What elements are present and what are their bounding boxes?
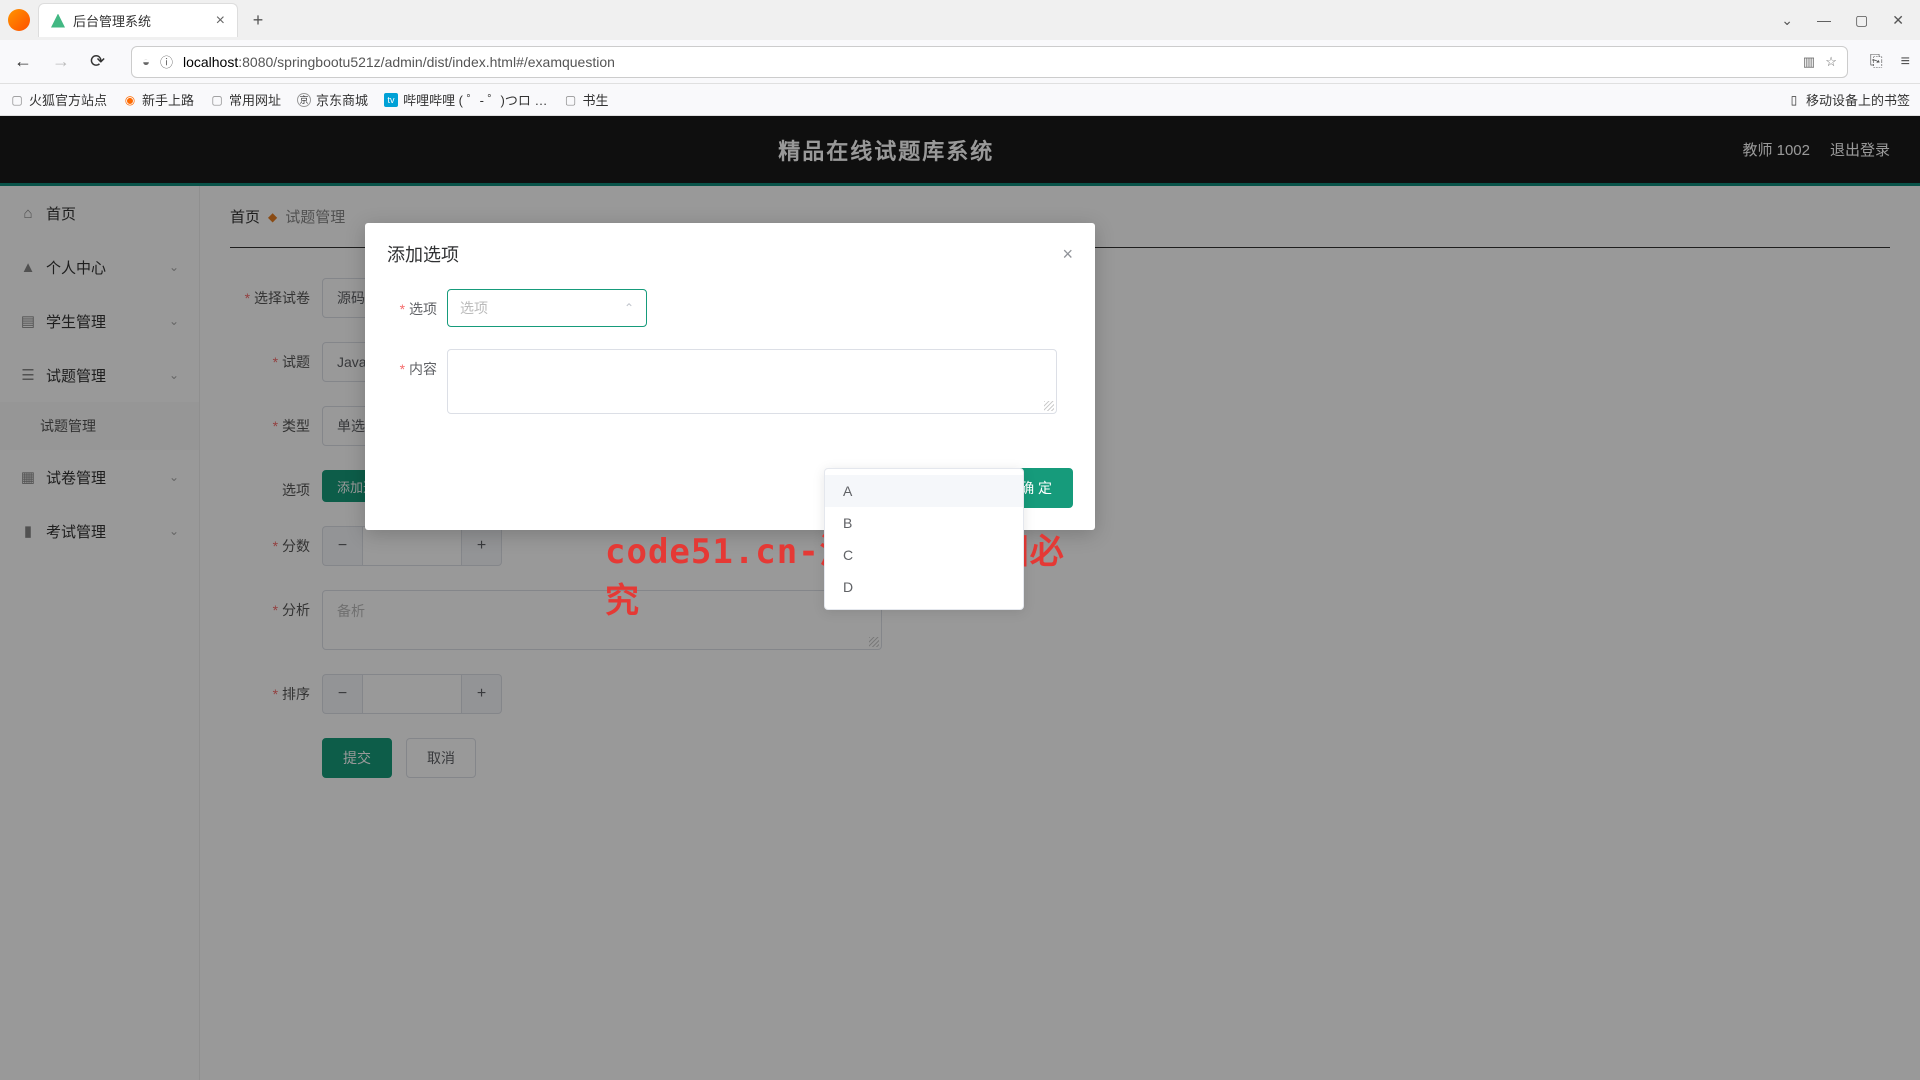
dialog-label-option: 选项 <box>387 289 437 319</box>
dropdown-item-b[interactable]: B <box>825 507 1023 539</box>
shield-icon: ◒ <box>142 54 150 69</box>
option-select[interactable]: 选项 ⌃ <box>447 289 647 327</box>
tab-title: 后台管理系统 <box>73 11 208 30</box>
bookmarks-bar: ▢火狐官方站点 ◉新手上路 ▢常用网址 京京东商城 tv哔哩哔哩 ( ゜- ゜)… <box>0 84 1920 116</box>
info-icon: ⓘ <box>160 52 173 71</box>
select-placeholder: 选项 <box>460 298 624 318</box>
bookmark-jd[interactable]: 京京东商城 <box>297 90 368 109</box>
app: 精品在线试题库系统 教师 1002 退出登录 ⌂首页 ▲个人中心⌄ ▤学生管理⌄… <box>0 116 1920 1080</box>
dialog-label-content: 内容 <box>387 349 437 379</box>
bookmark-newbie[interactable]: ◉新手上路 <box>123 90 194 109</box>
dropdown-item-a[interactable]: A <box>825 475 1023 507</box>
dialog-title: 添加选项 <box>387 241 459 267</box>
extension-icon[interactable]: ⎘ <box>1870 53 1883 71</box>
new-tab-button[interactable]: + <box>244 6 272 34</box>
close-icon[interactable]: × <box>216 12 225 30</box>
minimize-icon[interactable]: — <box>1817 12 1831 29</box>
firefox-logo-icon <box>8 9 30 31</box>
bookmark-firefox[interactable]: ▢火狐官方站点 <box>10 90 107 109</box>
option-dropdown: A B C D <box>824 468 1024 610</box>
window-controls: ⌄ — ▢ ✕ <box>1781 12 1912 29</box>
reader-icon[interactable]: ▥ <box>1803 54 1815 70</box>
bookmark-shusheng[interactable]: ▢书生 <box>564 90 609 109</box>
bookmark-mobile[interactable]: ▯移动设备上的书签 <box>1787 90 1910 109</box>
url-text: localhost:8080/springbootu521z/admin/dis… <box>183 54 1793 70</box>
menu-icon[interactable]: ≡ <box>1901 53 1910 71</box>
chevron-up-icon: ⌃ <box>624 301 634 315</box>
browser-chrome: 后台管理系统 × + ⌄ — ▢ ✕ ← → ⟳ ◒ ⓘ localhost:8… <box>0 0 1920 116</box>
url-bar[interactable]: ◒ ⓘ localhost:8080/springbootu521z/admin… <box>131 46 1848 78</box>
browser-tab[interactable]: 后台管理系统 × <box>38 3 238 37</box>
back-button[interactable]: ← <box>10 47 36 76</box>
dropdown-icon[interactable]: ⌄ <box>1781 12 1793 29</box>
nav-bar: ← → ⟳ ◒ ⓘ localhost:8080/springbootu521z… <box>0 40 1920 84</box>
forward-button[interactable]: → <box>48 47 74 76</box>
dropdown-item-d[interactable]: D <box>825 571 1023 603</box>
bookmark-bilibili[interactable]: tv哔哩哔哩 ( ゜- ゜)つロ … <box>384 90 547 109</box>
dropdown-item-c[interactable]: C <box>825 539 1023 571</box>
vue-favicon-icon <box>51 14 65 28</box>
add-option-dialog: 添加选项 × 选项 选项 ⌃ 内容 code51.cn-源码乐园盗图必究 取 消 <box>365 223 1095 530</box>
close-icon[interactable]: × <box>1062 244 1073 265</box>
maximize-icon[interactable]: ▢ <box>1855 12 1868 29</box>
content-textarea[interactable] <box>447 349 1057 414</box>
bookmark-common[interactable]: ▢常用网址 <box>210 90 281 109</box>
reload-button[interactable]: ⟳ <box>86 47 109 76</box>
tab-bar: 后台管理系统 × + ⌄ — ▢ ✕ <box>0 0 1920 40</box>
close-window-icon[interactable]: ✕ <box>1892 12 1904 29</box>
star-icon[interactable]: ☆ <box>1825 54 1837 70</box>
